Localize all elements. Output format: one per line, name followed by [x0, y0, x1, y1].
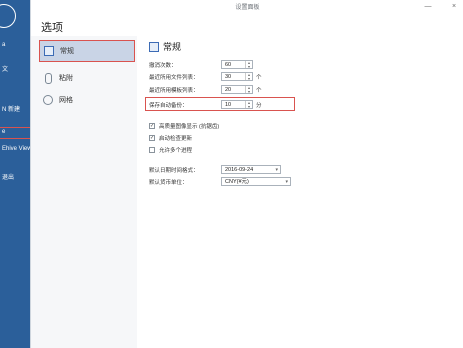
date-format-label: 默认日期时间格式： [149, 168, 199, 174]
undo-count-label: 撤消次数： [149, 63, 177, 69]
unit-label: 分 [256, 103, 262, 109]
chevron-down-icon: ▾ [285, 179, 288, 185]
recent-files-label: 最近所用文件列表： [149, 75, 199, 81]
options-nav: 常规 粘附 网格 [31, 36, 137, 348]
title-bar: 设置面板 — × [31, 0, 463, 14]
select-value: 2016-09-24 [225, 167, 254, 173]
stepper-arrows-icon[interactable]: ▴ ▾ [245, 73, 252, 80]
options-dialog: 设置面板 — × 选项 常规 粘附 网格 常规 撤消次数： 60 ▴ ▾ 最近所用文… [30, 0, 463, 348]
stepper-arrows-icon[interactable]: ▴ ▾ [245, 101, 252, 108]
checkbox[interactable]: ✓ [149, 135, 155, 141]
check-update-checkbox-row[interactable]: ✓ 启动检查更新 [149, 134, 192, 142]
unit-label: 个 [256, 75, 262, 81]
recent-templates-stepper[interactable]: 20 ▴ ▾ [221, 85, 253, 94]
antialias-checkbox-row[interactable]: ✓ 高质量图像显示 (抗锯齿) [149, 122, 219, 130]
checkbox-label: 高质量图像显示 (抗锯齿) [159, 124, 220, 130]
general-panel: 常规 撤消次数： 60 ▴ ▾ 最近所用文件列表： 30 ▴ ▾ 个 最近所用模板列表：… [141, 38, 463, 338]
sidebar-item-exit[interactable]: 退出 [2, 172, 14, 181]
stepper-value: 10 [225, 102, 232, 108]
nav-item-grid[interactable]: 网格 [39, 88, 135, 112]
currency-label: 默认货币单位： [149, 180, 188, 186]
select-value: CNY(¥元) [225, 179, 249, 185]
window-title: 设置面板 [235, 5, 260, 11]
nav-item-label: 粘附 [59, 75, 73, 82]
document-icon [149, 41, 159, 52]
sidebar-item[interactable]: 文 [2, 64, 8, 73]
dialog-heading: 选项 [41, 22, 63, 34]
paperclip-icon [43, 73, 53, 84]
minimize-button[interactable]: — [423, 2, 433, 12]
nav-item-label: 网格 [59, 97, 73, 104]
recent-templates-label: 最近所用模板列表： [149, 88, 199, 94]
checkbox-label: 允许多个进程 [159, 148, 193, 154]
panel-title: 常规 [149, 40, 181, 53]
stepper-arrows-icon[interactable]: ▴ ▾ [245, 61, 252, 68]
nav-item-label: 常规 [60, 48, 74, 55]
sidebar-item[interactable]: a [2, 42, 5, 48]
currency-select[interactable]: CNY(¥元) ▾ [221, 177, 291, 186]
stepper-value: 20 [225, 87, 232, 93]
chevron-down-icon: ▾ [275, 167, 278, 173]
stepper-value: 60 [225, 62, 232, 68]
date-format-select[interactable]: 2016-09-24 ▾ [221, 165, 281, 174]
checkbox[interactable]: ✓ [149, 123, 155, 129]
back-button-icon[interactable] [0, 4, 16, 28]
checkbox-label: 启动检查更新 [159, 136, 193, 142]
autosave-stepper[interactable]: 10 ▴ ▾ [221, 100, 253, 109]
document-icon [44, 46, 54, 56]
recent-files-stepper[interactable]: 30 ▴ ▾ [221, 72, 253, 81]
multi-process-checkbox-row[interactable]: 允许多个进程 [149, 146, 192, 154]
unit-label: 个 [256, 88, 262, 94]
sidebar-item-new[interactable]: N 新建 [2, 104, 20, 113]
autosave-label: 保存自动备份： [149, 103, 188, 109]
nav-item-attach[interactable]: 粘附 [39, 66, 135, 90]
stepper-arrows-icon[interactable]: ▴ ▾ [245, 86, 252, 93]
checkbox[interactable] [149, 147, 155, 153]
globe-icon [43, 95, 53, 105]
sidebar-item-options[interactable]: e [2, 129, 5, 135]
stepper-value: 30 [225, 74, 232, 80]
panel-title-text: 常规 [163, 42, 182, 52]
undo-count-stepper[interactable]: 60 ▴ ▾ [221, 60, 253, 69]
close-button[interactable]: × [449, 2, 459, 12]
nav-item-general[interactable]: 常规 [39, 40, 135, 62]
